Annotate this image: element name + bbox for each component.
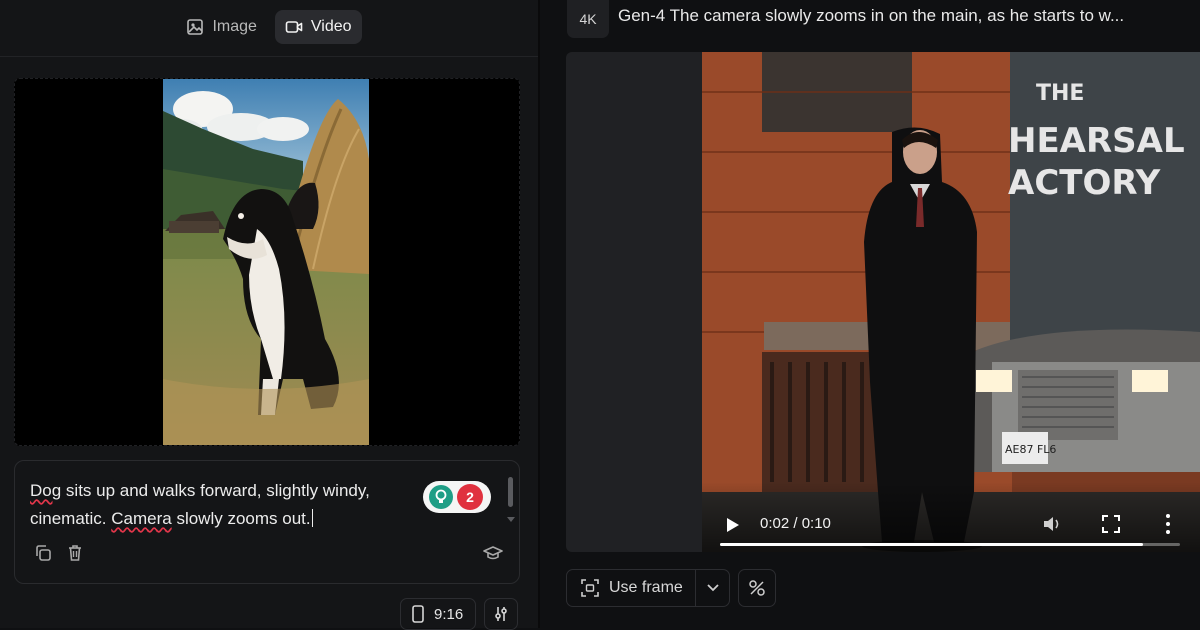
license-plate: AE87 FL6 — [1005, 443, 1056, 456]
sliders-icon — [495, 607, 507, 621]
trash-icon[interactable] — [65, 543, 85, 563]
use-frame-dropdown[interactable] — [696, 584, 729, 592]
prompt-word-dog: Dog — [30, 481, 62, 500]
aspect-ratio-button[interactable]: 9:16 — [400, 598, 476, 630]
text-caret — [311, 509, 313, 527]
video-progress-bar[interactable] — [720, 543, 1180, 546]
prompt-text-part-2: slowly zooms out. — [171, 509, 311, 528]
scrollbar[interactable] — [508, 477, 513, 507]
prompt-input[interactable]: Dog sits up and walks forward, slightly … — [30, 477, 420, 533]
video-controls: 0:02 / 0:10 — [702, 482, 1200, 552]
input-image-preview[interactable] — [14, 78, 520, 446]
dog-image — [163, 79, 369, 445]
mode-tabs: Image Video — [0, 10, 538, 46]
tab-video-label: Video — [310, 18, 352, 35]
prompt-word-camera: Camera — [111, 509, 172, 528]
fullscreen-icon[interactable] — [1102, 515, 1120, 533]
graduation-cap-icon[interactable] — [483, 543, 503, 563]
tab-image-label: Image — [212, 18, 257, 35]
magic-tools-icon — [749, 580, 765, 596]
video-player[interactable]: THE HEARSAL ACTORY AE87 FL6 0:02 / 0:10 — [566, 52, 1200, 552]
generation-panel: Image Video Dog sits up and walks forwar… — [0, 0, 538, 630]
prompt-box: Dog sits up and walks forward, slightly … — [14, 460, 520, 584]
aspect-ratio-label: 9:16 — [434, 605, 464, 623]
more-options-icon[interactable] — [1164, 513, 1172, 535]
sign-line-3: ACTORY — [1008, 163, 1161, 203]
video-camera-icon — [285, 21, 303, 33]
use-frame-button[interactable]: Use frame — [567, 570, 695, 606]
copy-icon[interactable] — [33, 543, 53, 563]
edit-tools-button[interactable] — [738, 569, 776, 607]
video-frame: THE HEARSAL ACTORY AE87 FL6 — [702, 52, 1200, 552]
output-panel: 4K Gen-4 The camera slowly zooms in on t… — [540, 0, 1200, 628]
writing-assistant-badge[interactable]: 2 — [423, 481, 491, 513]
tab-image[interactable]: Image — [176, 10, 266, 44]
sign-line-2: HEARSAL — [1008, 121, 1185, 161]
chevron-down-icon — [706, 584, 719, 592]
suggestion-count: 2 — [457, 484, 483, 510]
use-frame-label: Use frame — [609, 579, 683, 596]
volume-icon[interactable] — [1042, 514, 1064, 534]
phone-portrait-icon — [412, 605, 424, 623]
generation-title: Gen-4 The camera slowly zooms in on the … — [618, 6, 1125, 25]
header-divider — [0, 56, 538, 57]
video-time: 0:02 / 0:10 — [760, 515, 831, 532]
settings-button[interactable] — [484, 598, 518, 630]
play-icon[interactable] — [726, 517, 740, 533]
frame-capture-icon — [581, 579, 599, 597]
sign-line-1: THE — [1036, 81, 1084, 106]
image-icon — [187, 19, 204, 35]
lightbulb-icon — [429, 485, 453, 509]
video-progress-fill — [720, 543, 1144, 546]
tab-video[interactable]: Video — [274, 10, 362, 44]
resolution-badge: 4K — [567, 0, 609, 38]
scroll-down-arrow[interactable] — [507, 517, 515, 522]
use-frame-control: Use frame — [566, 569, 730, 607]
